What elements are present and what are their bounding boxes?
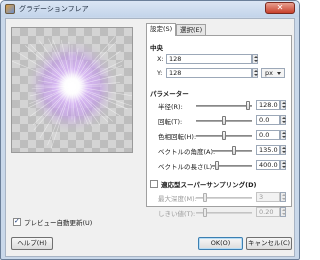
window-title: グラデーションフレア [19, 5, 89, 13]
supersample-checkbox[interactable]: 適応型スーパーサンプリング(D) [150, 179, 256, 189]
y-input[interactable]: 128 [166, 68, 252, 78]
center-heading: 中央 [150, 44, 163, 52]
radius-label: 半径(R): [158, 103, 183, 111]
gimp-app-icon [5, 4, 15, 14]
cancel-button[interactable]: キャンセル(C) [246, 237, 292, 250]
y-spinner[interactable] [252, 68, 258, 78]
hue-rotation-input[interactable]: 0.0 [256, 130, 280, 140]
help-button[interactable]: ヘルプ(H) [11, 237, 53, 250]
vector-length-slider-thumb[interactable] [215, 161, 219, 170]
max-depth-slider-thumb[interactable] [203, 193, 207, 202]
max-depth-spinner[interactable] [280, 192, 286, 202]
rotation-input[interactable]: 0.0 [256, 115, 280, 125]
vector-length-spinner[interactable] [280, 160, 286, 170]
threshold-slider-thumb[interactable] [203, 208, 207, 217]
x-label: X: [157, 55, 164, 63]
preview-area[interactable] [11, 27, 133, 153]
radius-slider-track[interactable] [196, 105, 252, 107]
vector-length-input[interactable]: 400.0 [256, 160, 280, 170]
auto-preview-check-box[interactable] [13, 217, 21, 226]
max-depth-input[interactable]: 3 [256, 192, 280, 202]
rotation-label: 回転(T): [158, 118, 183, 126]
tab-settings[interactable]: 設定(S) [146, 23, 177, 36]
radius-spinner[interactable] [280, 100, 286, 110]
dialog-client-area: プレビュー自動更新(U) 設定(S) 選択(E) 中央 X: 128 Y: 12… [5, 18, 295, 257]
parameters-heading: パラメーター [150, 90, 189, 98]
threshold-spinner[interactable] [280, 207, 286, 217]
title-bar[interactable]: グラデーションフレア ✕ [1, 1, 299, 17]
supersample-check-box[interactable] [150, 180, 158, 188]
unit-value: px [265, 69, 273, 77]
dialog-window: グラデーションフレア ✕ ✓ プレビュー自動更新(U) 設定(S) 選択(E) … [0, 0, 300, 260]
x-spinner[interactable] [252, 54, 258, 64]
vector-length-label: ベクトルの長さ(L): [158, 163, 215, 171]
flare-preview-image [12, 28, 132, 152]
rotation-spinner[interactable] [280, 115, 286, 125]
vector-angle-input[interactable]: 135.0 [256, 145, 280, 155]
ok-button[interactable]: OK(O) [198, 237, 243, 250]
vector-angle-spinner[interactable] [280, 145, 286, 155]
vector-angle-slider-thumb[interactable] [232, 146, 236, 155]
radius-input[interactable]: 128.0 [256, 100, 280, 110]
auto-preview-checkbox[interactable]: プレビュー自動更新(U) [13, 217, 92, 227]
auto-preview-label: プレビュー自動更新(U) [24, 219, 93, 227]
y-label: Y: [157, 69, 163, 77]
max-depth-label: 最大深度(M): [158, 195, 197, 203]
x-input[interactable]: 128 [166, 54, 252, 64]
vector-angle-label: ベクトルの角度(A): [158, 148, 216, 156]
supersample-label: 適応型スーパーサンプリング(D) [161, 181, 257, 189]
unit-dropdown[interactable]: px [261, 68, 285, 78]
threshold-label: しきい値(T): [158, 210, 196, 218]
threshold-input[interactable]: 0.20 [256, 207, 280, 217]
rotation-slider-thumb[interactable] [222, 116, 226, 125]
radius-slider-thumb[interactable] [246, 101, 250, 110]
hue-rotation-slider-thumb[interactable] [222, 131, 226, 140]
close-button[interactable]: ✕ [265, 2, 295, 14]
chevron-down-icon [277, 72, 281, 75]
hue-rotation-label: 色相回転(H): [158, 133, 197, 141]
hue-rotation-spinner[interactable] [280, 130, 286, 140]
